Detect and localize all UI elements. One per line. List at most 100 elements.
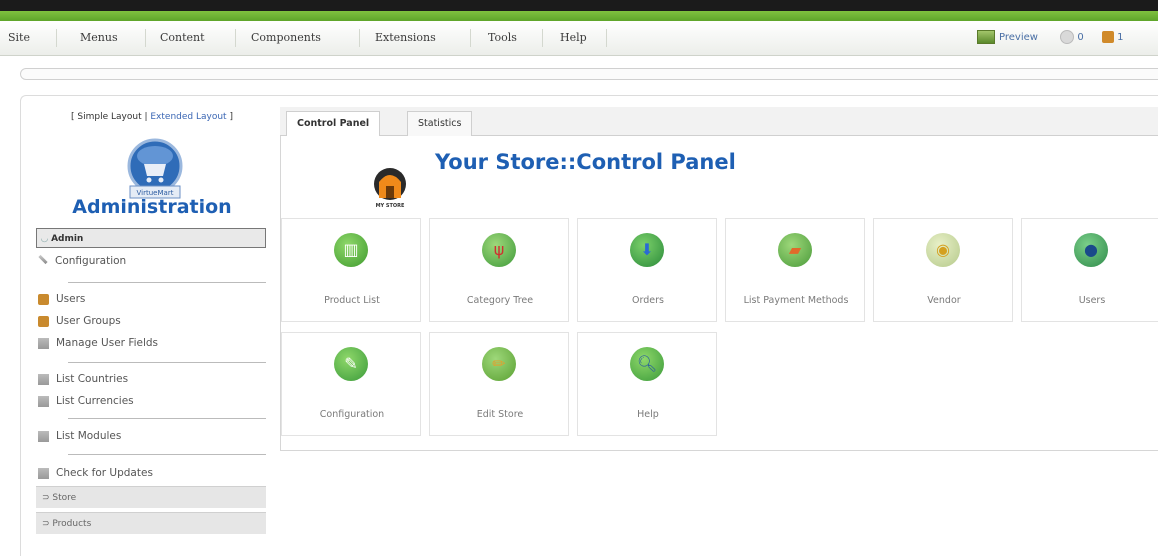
tile-users[interactable]: ● Users: [1021, 218, 1158, 322]
layout-switcher: [ Simple Layout | Extended Layout ]: [34, 112, 270, 122]
tile-label: Users: [1078, 295, 1106, 306]
edit-store-icon: ✏: [482, 347, 516, 381]
sidebar-item-label: Check for Updates: [56, 467, 153, 479]
sidebar-divider: [68, 454, 266, 455]
menu-help[interactable]: Help: [560, 21, 587, 55]
collapse-icon: ◡: [41, 234, 52, 244]
users-icon: ●: [1074, 233, 1108, 267]
users-online-icon: [1102, 31, 1115, 43]
wrench-icon: [38, 254, 48, 265]
menu-separator: [359, 29, 360, 47]
sidebar-item-manage-user-fields[interactable]: Manage User Fields: [38, 334, 158, 352]
sidebar-divider: [68, 282, 266, 283]
configuration-icon: ✎: [334, 347, 368, 381]
menu-menus[interactable]: Menus: [80, 21, 118, 55]
tab-control-panel[interactable]: Control Panel: [286, 111, 381, 137]
tile-label: Configuration: [319, 409, 385, 420]
top-dark-bar: [0, 0, 1158, 11]
tab-statistics[interactable]: Statistics: [407, 111, 473, 136]
tab-bar: Control Panel Statistics: [280, 107, 1158, 137]
extended-layout-link[interactable]: Extended Layout: [150, 112, 226, 122]
help-icon: 🔍︎: [630, 347, 664, 381]
status-area: Preview 0 1: [977, 21, 1123, 55]
list-icon: [38, 467, 49, 479]
sidebar-section-store[interactable]: ⊃ Store: [36, 486, 266, 508]
sidebar-item-label: Manage User Fields: [56, 337, 159, 349]
admin-section-header[interactable]: ◡ Admin: [36, 228, 266, 248]
sidebar-divider: [68, 362, 266, 363]
sidebar-item-list-modules[interactable]: List Modules: [38, 427, 121, 445]
preview-link[interactable]: Preview: [977, 30, 1041, 44]
vendor-icon: ◉: [926, 233, 960, 267]
sidebar-item-label: List Countries: [56, 373, 129, 385]
my-store-text: MY STORE: [376, 203, 405, 209]
tile-configuration[interactable]: ✎ Configuration: [281, 332, 421, 436]
product-list-icon: ▥: [334, 233, 368, 267]
sidebar-item-label: User Groups: [56, 315, 121, 327]
top-green-bar: [0, 11, 1158, 21]
tile-label: Product List: [324, 295, 380, 306]
sidebar-item-label: Users: [56, 293, 86, 305]
tile-list-payment-methods[interactable]: ▰ List Payment Methods: [725, 218, 865, 322]
menu-separator: [145, 29, 146, 47]
sidebar-section-label: Products: [52, 519, 92, 529]
toolbar-strip: [20, 68, 1158, 80]
menu-extensions[interactable]: Extensions: [375, 21, 436, 55]
my-store-icon: MY STORE: [374, 168, 406, 209]
list-icon: [38, 430, 49, 442]
simple-layout-label[interactable]: Simple Layout: [77, 112, 141, 122]
sidebar-item-configuration[interactable]: Configuration: [38, 252, 126, 270]
sidebar-item-list-currencies[interactable]: List Currencies: [38, 392, 134, 410]
tile-label: Help: [637, 409, 659, 420]
user-groups-icon: [38, 315, 49, 327]
control-panel: MY STORE Your Store::Control Panel ▥ Pro…: [280, 136, 1158, 451]
category-tree-icon: ψ: [482, 233, 516, 267]
payment-methods-icon: ▰: [778, 233, 812, 267]
sidebar-item-users[interactable]: Users: [38, 290, 85, 308]
sidebar-item-check-for-updates[interactable]: Check for Updates: [38, 464, 153, 482]
admin-section-label: Admin: [51, 234, 84, 244]
tile-label: List Payment Methods: [743, 295, 849, 306]
list-icon: [38, 373, 49, 385]
list-icon: [38, 337, 49, 349]
sidebar-item-list-countries[interactable]: List Countries: [38, 370, 128, 388]
menu-separator: [235, 29, 236, 47]
messages-icon: [1060, 30, 1075, 44]
sidebar-section-label: Store: [52, 493, 77, 503]
menu-content[interactable]: Content: [160, 21, 205, 55]
tile-help[interactable]: 🔍︎ Help: [577, 332, 717, 436]
sidebar-divider: [68, 418, 266, 419]
preview-label: Preview: [999, 32, 1038, 43]
sidebar-item-label: List Modules: [56, 430, 122, 442]
menubar: Site Menus Content Components Extensions…: [0, 21, 1158, 56]
menu-components[interactable]: Components: [251, 21, 321, 55]
sidebar-item-label: List Currencies: [56, 395, 134, 407]
expand-icon: ⊃: [42, 519, 53, 529]
menu-separator: [542, 29, 543, 47]
sidebar: [ Simple Layout | Extended Layout ] Virt…: [34, 104, 270, 540]
preview-icon: [977, 30, 995, 44]
menu-site[interactable]: Site: [8, 21, 30, 55]
sidebar-item-label: Configuration: [55, 255, 127, 267]
menu-separator: [606, 29, 607, 47]
menu-tools[interactable]: Tools: [488, 21, 517, 55]
admin-title: Administration: [72, 196, 232, 218]
tile-orders[interactable]: ⬇ Orders: [577, 218, 717, 322]
bracket-close: ]: [226, 112, 233, 122]
tile-label: Category Tree: [466, 295, 534, 306]
users-online-count[interactable]: 1: [1117, 32, 1123, 43]
tile-label: Vendor: [927, 295, 961, 306]
tile-product-list[interactable]: ▥ Product List: [281, 218, 421, 322]
messages-count[interactable]: 0: [1077, 32, 1083, 43]
users-icon: [38, 293, 49, 305]
tile-category-tree[interactable]: ψ Category Tree: [429, 218, 569, 322]
page-title: Your Store::Control Panel: [435, 150, 736, 174]
tile-edit-store[interactable]: ✏ Edit Store: [429, 332, 569, 436]
tile-label: Orders: [632, 295, 664, 306]
list-icon: [38, 395, 49, 407]
tile-vendor[interactable]: ◉ Vendor: [873, 218, 1013, 322]
tile-label: Edit Store: [476, 409, 524, 420]
sidebar-section-products[interactable]: ⊃ Products: [36, 512, 266, 534]
sidebar-item-user-groups[interactable]: User Groups: [38, 312, 121, 330]
menu-separator: [470, 29, 471, 47]
